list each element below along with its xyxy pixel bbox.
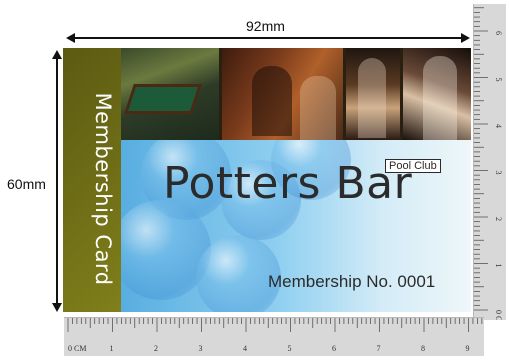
ruler-label: 6 <box>332 344 336 353</box>
ruler-label: 3 <box>199 344 203 353</box>
vertical-ruler-ticks: 6 5 4 3 2 1 0 CM <box>474 7 503 328</box>
membership-number: Membership No. 0001 <box>268 272 436 291</box>
arrow-right-icon <box>461 33 470 43</box>
ruler-label: 7 <box>377 344 381 353</box>
arrow-down-icon <box>52 303 62 312</box>
height-dimension-label: 60mm <box>6 176 47 192</box>
ruler-label: 2 <box>494 217 503 221</box>
ruler-label: 2 <box>154 344 158 353</box>
player-silhouette <box>252 66 293 136</box>
ruler-label: 1 <box>110 344 114 353</box>
ruler-label: 5 <box>288 344 292 353</box>
ruler-label: 6 <box>494 31 503 35</box>
ruler-label: 8 <box>421 344 425 353</box>
vertical-ruler: 6 5 4 3 2 1 0 CM <box>473 4 506 328</box>
ruler-label: 1 <box>494 264 503 268</box>
ruler-label: 9 <box>466 344 470 353</box>
ruler-label: 0 CM <box>494 310 503 320</box>
ruler-label: 0 CM <box>68 344 86 353</box>
pool-table-shape <box>124 84 202 114</box>
height-dimension-line <box>56 56 58 306</box>
card-vertical-label: Membership Card <box>91 92 115 286</box>
club-name: Potters Bar <box>163 158 413 209</box>
pool-table-photo <box>121 48 220 140</box>
player-photo <box>222 48 344 140</box>
cue-break-photo <box>403 48 471 140</box>
ruler-label: 5 <box>494 78 503 82</box>
photo-strip <box>121 48 471 140</box>
horizontal-ruler-ticks: 0 CM 1 2 3 4 5 6 7 8 9 <box>67 318 483 353</box>
horizontal-ruler: 0 CM 1 2 3 4 5 6 7 8 9 <box>64 317 484 356</box>
cue-player-silhouette <box>358 58 387 138</box>
club-tag: Pool Club <box>385 159 441 173</box>
ruler-label: 4 <box>494 124 503 128</box>
vertical-label-area: Membership Card <box>85 70 121 308</box>
width-dimension-label: 92mm <box>246 18 285 34</box>
membership-card: Membership Card Potters Bar Pool Club Me… <box>63 48 471 312</box>
ruler-label: 4 <box>243 344 247 353</box>
ruler-label: 3 <box>494 171 503 175</box>
width-dimension-line <box>72 37 464 39</box>
player-silhouette-2 <box>300 76 337 140</box>
break-player-silhouette <box>423 56 458 140</box>
cue-photo <box>346 48 401 140</box>
height-dimension-arrow <box>50 50 64 312</box>
